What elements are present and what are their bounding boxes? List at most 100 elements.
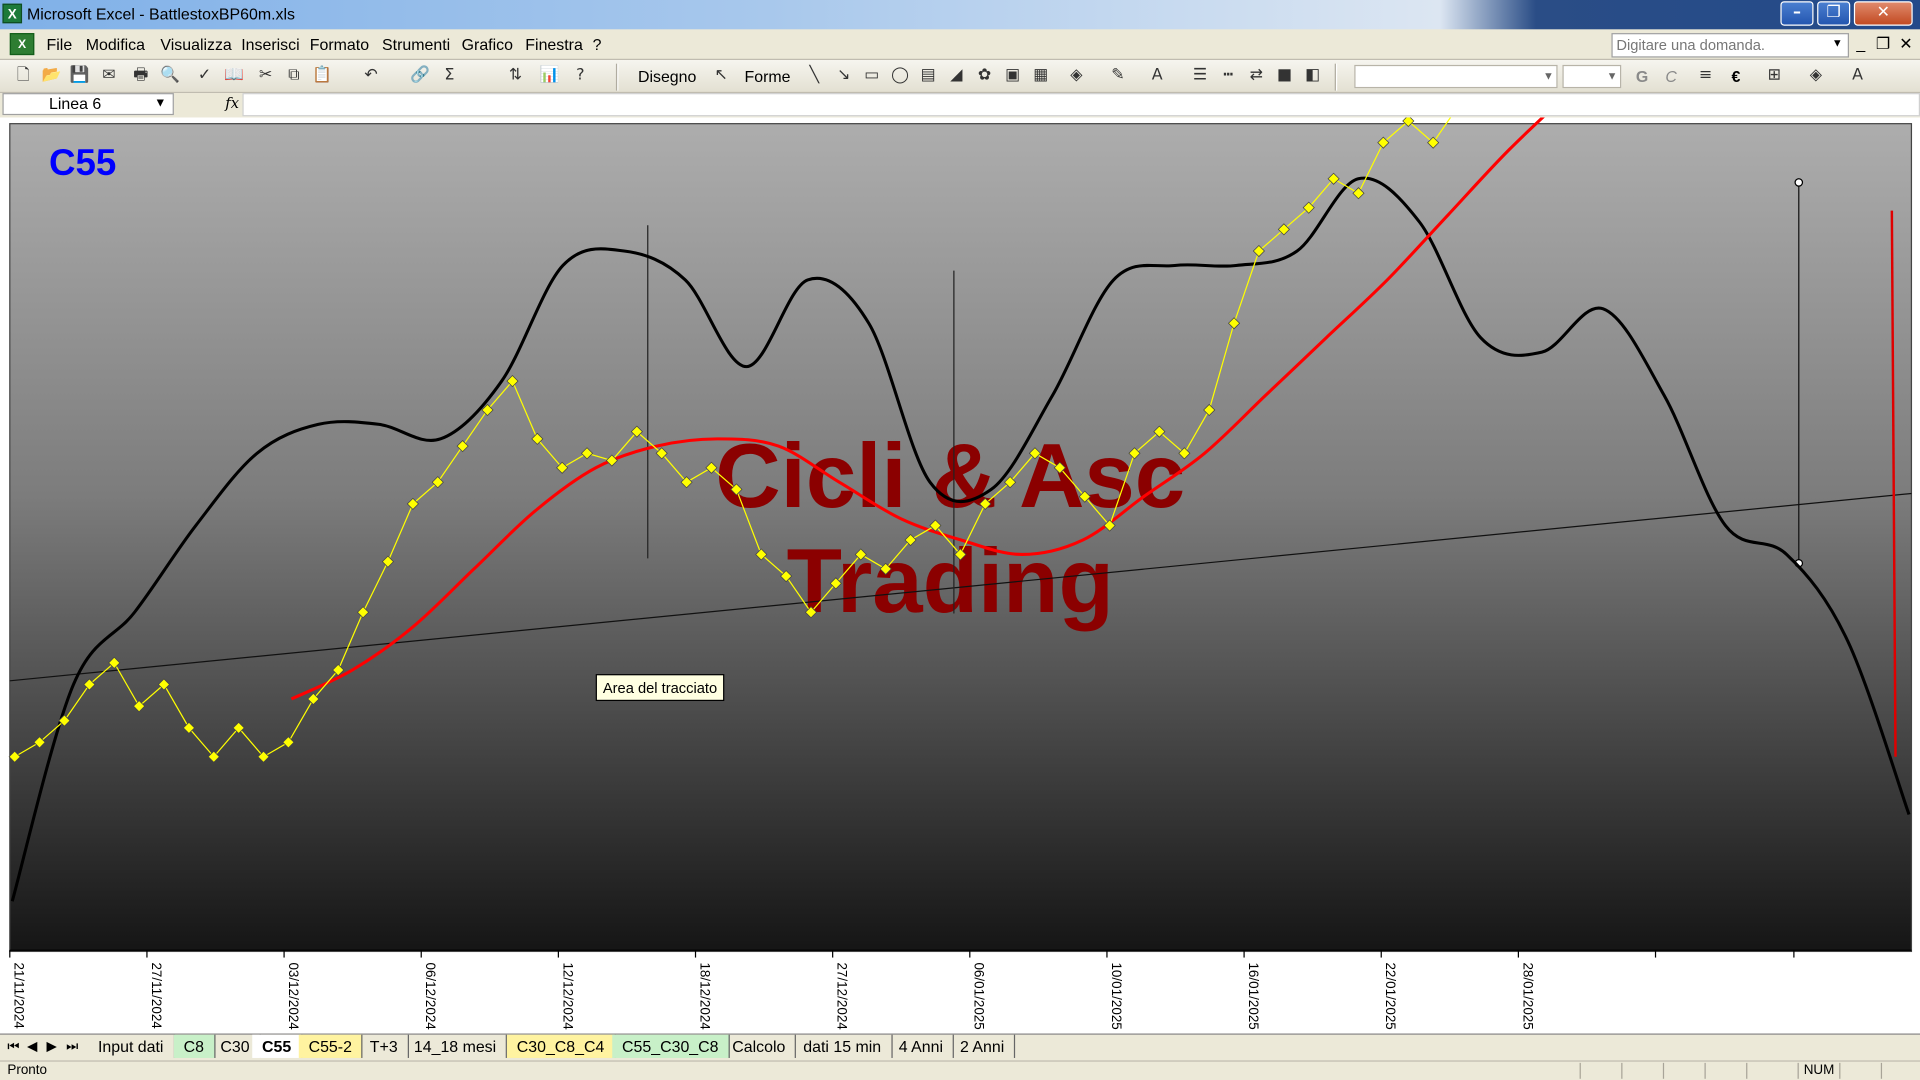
line-color-icon[interactable]: ✎ bbox=[1107, 65, 1129, 87]
next-sheet-icon[interactable]: ▶ bbox=[47, 1038, 57, 1054]
hyperlink-icon[interactable]: 🔗 bbox=[409, 65, 431, 87]
line-tool-icon[interactable]: ╲ bbox=[803, 65, 825, 87]
euro-button[interactable]: € bbox=[1731, 67, 1740, 85]
font-size-combo[interactable]: ▼ bbox=[1562, 64, 1622, 89]
new-icon[interactable]: 🗋 bbox=[12, 65, 34, 87]
workbook-icon[interactable]: X bbox=[9, 33, 35, 56]
x-tick-label: 21/11/2024 bbox=[12, 962, 27, 1029]
sheet-tab-c8[interactable]: C8 bbox=[173, 1034, 216, 1058]
save-icon[interactable]: 💾 bbox=[69, 65, 91, 87]
bold-button[interactable]: G bbox=[1636, 67, 1648, 85]
x-tick-label: 06/12/2024 bbox=[423, 962, 438, 1030]
minimize-icon[interactable]: – bbox=[1780, 1, 1814, 26]
selection-handle[interactable] bbox=[1794, 178, 1804, 187]
sheet-tab-2-anni[interactable]: 2 Anni bbox=[950, 1034, 1016, 1058]
open-icon[interactable]: 📂 bbox=[40, 65, 62, 87]
sheet-tab-input-dati[interactable]: Input dati bbox=[88, 1034, 175, 1058]
restore-icon[interactable]: ❐ bbox=[1817, 1, 1851, 26]
sheet-tab-c55-2[interactable]: C55-2 bbox=[298, 1034, 363, 1058]
menu-visualizza[interactable]: Visualizza bbox=[160, 36, 231, 54]
fill-bucket-icon[interactable]: ◈ bbox=[1805, 65, 1827, 87]
align-icon[interactable]: ≡ bbox=[1695, 65, 1717, 87]
sheet-tab-dati-15-min[interactable]: dati 15 min bbox=[793, 1034, 893, 1058]
sort-icon[interactable]: ⇅ bbox=[504, 65, 526, 87]
undo-icon[interactable]: ↶ bbox=[360, 65, 382, 87]
last-sheet-icon[interactable]: ⏭ bbox=[66, 1038, 78, 1055]
plot-area-tooltip: Area del tracciato bbox=[595, 674, 725, 702]
chevron-down-icon[interactable]: ▼ bbox=[154, 97, 166, 110]
menu-finestra[interactable]: Finestra bbox=[525, 36, 583, 54]
print-icon[interactable]: 🖶 bbox=[130, 65, 152, 87]
fx-icon[interactable]: fx bbox=[225, 94, 239, 111]
sheet-tab-c30-c8-c4[interactable]: C30_C8_C4 bbox=[506, 1034, 616, 1058]
diagram-icon[interactable]: ✿ bbox=[973, 65, 995, 87]
sheet-tab-4-anni[interactable]: 4 Anni bbox=[889, 1034, 955, 1058]
help-icon[interactable]: ? bbox=[569, 65, 591, 87]
sheet-tab-14-18-mesi[interactable]: 14_18 mesi bbox=[404, 1034, 508, 1058]
menu-strumenti[interactable]: Strumenti bbox=[382, 36, 450, 54]
sum-icon[interactable]: Σ bbox=[438, 65, 460, 87]
prev-sheet-icon[interactable]: ◀ bbox=[27, 1038, 37, 1054]
menu-formato[interactable]: Formato bbox=[310, 36, 369, 54]
status-text: Pronto bbox=[7, 1062, 48, 1078]
sheet-tab-c55[interactable]: C55 bbox=[252, 1034, 303, 1058]
menu-help[interactable]: ? bbox=[593, 36, 602, 54]
sheet-tab-calcolo[interactable]: Calcolo bbox=[722, 1034, 797, 1058]
status-cell bbox=[1704, 1062, 1747, 1079]
name-box[interactable]: Linea 6 bbox=[2, 93, 174, 116]
draw-menu[interactable]: Disegno bbox=[638, 67, 696, 85]
cut-icon[interactable]: ✂ bbox=[255, 65, 277, 87]
sheet-tab-c55-c30-c8[interactable]: C55_C30_C8 bbox=[612, 1034, 730, 1058]
ask-question-input[interactable]: Digitare una domanda. bbox=[1611, 33, 1849, 58]
picture-icon[interactable]: ▦ bbox=[1030, 65, 1052, 87]
wordart-icon[interactable]: ◢ bbox=[945, 65, 967, 87]
shapes-menu[interactable]: Forme bbox=[744, 67, 790, 85]
3d-icon[interactable]: ◧ bbox=[1302, 65, 1324, 87]
research-icon[interactable]: 📖 bbox=[223, 65, 245, 87]
clipart-icon[interactable]: ▣ bbox=[1002, 65, 1024, 87]
x-tick-label: 28/01/2025 bbox=[1520, 962, 1535, 1029]
select-pointer-icon[interactable]: ↖ bbox=[710, 65, 732, 87]
chart-svg[interactable]: 21/11/2024 27/11/2024 03/12/2024 06/12/2024… bbox=[0, 117, 1920, 1034]
doc-close-icon[interactable]: ✕ bbox=[1899, 34, 1912, 54]
doc-restore-icon[interactable]: ❐ bbox=[1876, 34, 1890, 54]
chart-wizard-icon[interactable]: 📊 bbox=[539, 65, 561, 87]
dash-style-icon[interactable]: ┅ bbox=[1217, 65, 1239, 87]
toolbar: 🗋 📂 💾 ✉ 🖶 🔍 ✓ 📖 ✂ ⧉ 📋 ↶ 🔗 Σ ⇅ 📊 ? Disegn… bbox=[0, 60, 1920, 94]
line-style-icon[interactable]: ☰ bbox=[1189, 65, 1211, 87]
spelling-icon[interactable]: ✓ bbox=[193, 65, 215, 87]
permission-icon[interactable]: ✉ bbox=[98, 65, 120, 87]
first-sheet-icon[interactable]: ⏮ bbox=[7, 1038, 19, 1055]
formula-input[interactable] bbox=[242, 93, 1920, 117]
italic-button[interactable]: C bbox=[1665, 67, 1676, 85]
print-preview-icon[interactable]: 🔍 bbox=[159, 65, 181, 87]
paste-icon[interactable]: 📋 bbox=[311, 65, 333, 87]
excel-icon[interactable]: X bbox=[2, 3, 23, 24]
x-tick-label: 03/12/2024 bbox=[286, 962, 301, 1030]
font-color-icon[interactable]: A bbox=[1847, 65, 1869, 87]
sheet-tab-t-3[interactable]: T+3 bbox=[360, 1034, 409, 1058]
rectangle-tool-icon[interactable]: ▭ bbox=[861, 65, 883, 87]
menu-inserisci[interactable]: Inserisci bbox=[241, 36, 299, 54]
doc-minimize-icon[interactable]: _ bbox=[1856, 34, 1865, 52]
font-color-icon[interactable]: A bbox=[1146, 65, 1168, 87]
arrow-tool-icon[interactable]: ↘ bbox=[833, 65, 855, 87]
oval-tool-icon[interactable]: ◯ bbox=[889, 65, 911, 87]
menu-modifica[interactable]: Modifica bbox=[86, 36, 145, 54]
menu-grafico[interactable]: Grafico bbox=[462, 36, 513, 54]
shadow-icon[interactable]: ■ bbox=[1273, 65, 1295, 87]
menu-file[interactable]: File bbox=[47, 36, 73, 54]
copy-icon[interactable]: ⧉ bbox=[283, 65, 305, 87]
arrow-style-icon[interactable]: ⇄ bbox=[1245, 65, 1267, 87]
close-icon[interactable]: ✕ bbox=[1853, 1, 1913, 26]
status-cell bbox=[1621, 1062, 1663, 1079]
chart-sheet[interactable]: 21/11/2024 27/11/2024 03/12/2024 06/12/2024… bbox=[0, 117, 1920, 1034]
fill-color-icon[interactable]: ◈ bbox=[1065, 65, 1087, 87]
x-tick-label: 22/01/2025 bbox=[1383, 962, 1398, 1029]
chart-badge: C55 bbox=[49, 142, 116, 183]
borders-icon[interactable]: ⊞ bbox=[1763, 65, 1785, 87]
font-name-combo[interactable]: ▼ bbox=[1354, 64, 1558, 89]
menu-bar: X File Modifica Visualizza Inserisci For… bbox=[0, 29, 1920, 61]
textbox-tool-icon[interactable]: ▤ bbox=[917, 65, 939, 87]
chevron-down-icon[interactable]: ▼ bbox=[1832, 37, 1843, 49]
